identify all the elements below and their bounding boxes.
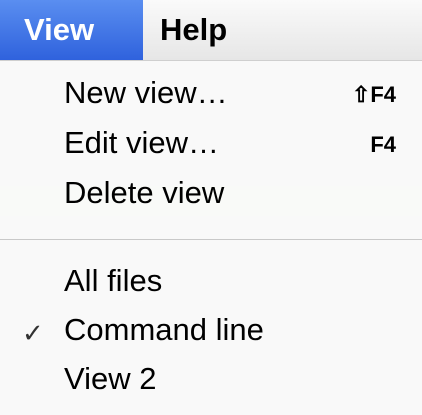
menu-view[interactable]: View — [0, 0, 143, 60]
menu-item-all-files[interactable]: All files — [0, 259, 422, 305]
menu-item-delete-view-label: Delete view — [64, 175, 225, 210]
menu-item-all-files-label: All files — [64, 263, 163, 298]
menu-separator — [0, 239, 422, 240]
checkmark-icon: ✓ — [22, 318, 44, 348]
menu-item-new-view-shortcut: ⇧F4 — [351, 82, 396, 107]
menu-help-label: Help — [160, 12, 228, 47]
menu-help[interactable]: Help — [143, 0, 227, 60]
menu-item-command-line[interactable]: ✓ Command line — [0, 308, 422, 354]
menu-bar: View Help — [0, 0, 422, 61]
menu-item-edit-view-shortcut: F4 — [370, 132, 396, 157]
menu-item-view-2-label: View 2 — [64, 361, 157, 396]
menu-item-new-view[interactable]: New view… ⇧F4 — [0, 71, 422, 117]
menu-item-delete-view[interactable]: Delete view — [0, 171, 422, 217]
menu-item-new-view-label: New view… — [64, 75, 228, 110]
menu-item-edit-view-label: Edit view… — [64, 125, 220, 160]
menu-item-edit-view[interactable]: Edit view… F4 — [0, 121, 422, 167]
menu-item-command-line-label: Command line — [64, 312, 264, 347]
menu-item-view-2[interactable]: View 2 — [0, 357, 422, 403]
menu-view-label: View — [24, 12, 95, 47]
view-menu-dropdown: New view… ⇧F4 Edit view… F4 Delete view … — [0, 61, 422, 415]
